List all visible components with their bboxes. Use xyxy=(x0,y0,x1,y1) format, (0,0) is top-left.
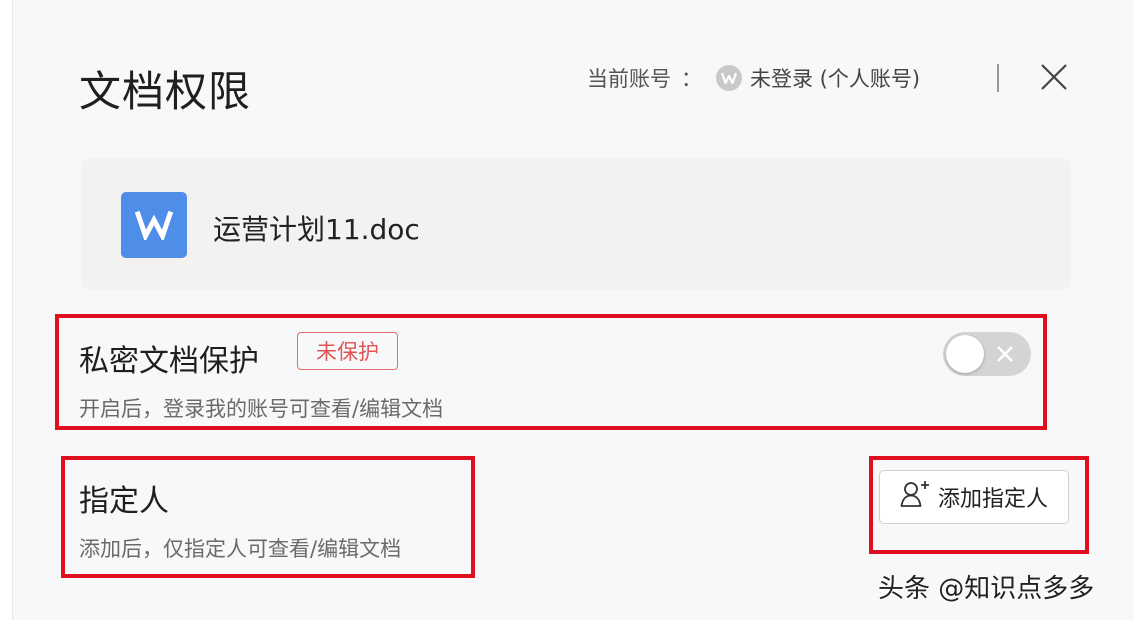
account-status[interactable]: 未登录 (个人账号) xyxy=(750,63,920,93)
close-icon[interactable] xyxy=(1039,62,1069,92)
file-name: 运营计划11.doc xyxy=(213,213,420,246)
dialog-title: 文档权限 xyxy=(79,67,252,116)
wps-avatar-icon xyxy=(716,65,742,91)
highlight-box-designated-person xyxy=(61,456,475,578)
account-label: 当前账号 xyxy=(587,67,671,91)
word-doc-icon xyxy=(121,192,187,258)
watermark: 头条 @知识点多多 xyxy=(878,574,1095,604)
file-card: 运营计划11.doc xyxy=(81,158,1071,290)
highlight-box-add-button xyxy=(869,456,1089,554)
header-divider xyxy=(997,64,999,92)
highlight-box-private-protection xyxy=(55,314,1047,430)
document-permission-dialog: 文档权限 当前账号 ： 未登录 (个人账号) 运营计划11.doc 私密文档保护… xyxy=(12,0,1134,620)
current-account: 当前账号 ： 未登录 (个人账号) xyxy=(587,62,920,94)
account-colon: ： xyxy=(681,67,702,91)
